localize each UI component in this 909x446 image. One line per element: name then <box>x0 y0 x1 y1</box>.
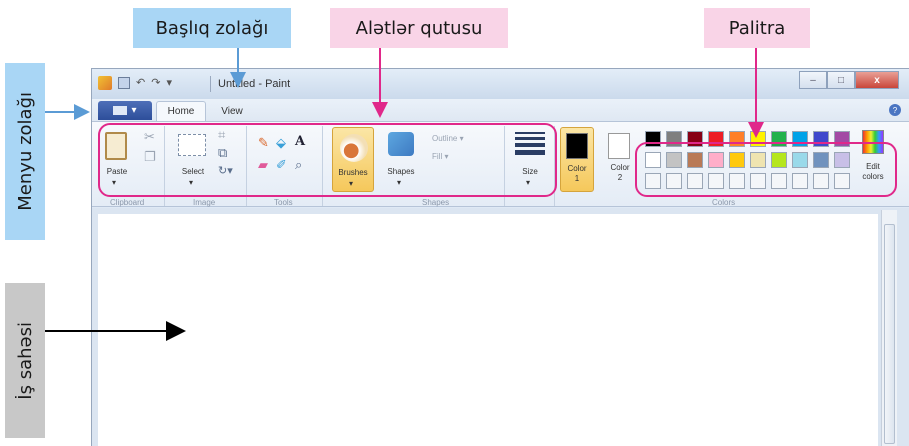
paint-menu-icon <box>113 106 128 115</box>
customize-qat-icon[interactable]: ▾ <box>166 76 172 90</box>
color2-label: Color <box>610 163 630 172</box>
color2-button[interactable]: Color 2 <box>604 131 638 191</box>
help-icon[interactable]: ? <box>889 104 901 116</box>
title-bar-callout: Başlıq zolağı <box>133 8 291 48</box>
close-button[interactable]: x <box>855 71 899 89</box>
toolbox-callout: Alətlər qutusu <box>330 8 508 48</box>
tab-view[interactable]: View <box>212 101 252 121</box>
quick-access-toolbar: ↶ ↷ ▾ <box>98 76 172 90</box>
palette-highlight <box>635 142 897 197</box>
menu-bar-callout: Menyu zolağı <box>5 63 45 240</box>
menu-bar: ▾ Home View ? <box>92 99 909 121</box>
paint-logo-icon[interactable] <box>98 76 112 90</box>
window-title: Untitled - Paint <box>218 78 291 90</box>
color1-button[interactable]: Color 1 <box>560 127 594 192</box>
toolbox-highlight <box>98 123 557 197</box>
palette-callout: Palitra <box>704 8 810 48</box>
group-label-shapes: Shapes <box>422 198 450 207</box>
maximize-button[interactable]: □ <box>827 71 855 89</box>
title-separator <box>210 76 211 92</box>
work-area-callout-text: İş sahəsi <box>14 321 36 400</box>
window-controls: – □ x <box>799 71 899 89</box>
color2-swatch <box>608 133 630 159</box>
color1-swatch <box>566 133 588 159</box>
color1-label: Color <box>567 164 587 173</box>
group-label-image: Image <box>193 198 216 207</box>
save-icon[interactable] <box>118 77 130 89</box>
work-area <box>92 208 909 446</box>
undo-icon[interactable]: ↶ <box>136 76 145 90</box>
title-bar: ↶ ↷ ▾ Untitled - Paint – □ x <box>92 69 909 99</box>
chevron-down-icon: ▾ <box>131 105 137 116</box>
work-area-callout: İş sahəsi <box>5 283 45 438</box>
vertical-scrollbar[interactable] <box>881 210 897 446</box>
redo-icon[interactable]: ↷ <box>151 76 160 90</box>
menu-bar-callout-text: Menyu zolağı <box>14 92 36 211</box>
group-label-clipboard: Clipboard <box>110 198 145 207</box>
scrollbar-thumb[interactable] <box>884 224 895 444</box>
paint-menu-button[interactable]: ▾ <box>98 101 152 120</box>
minimize-button[interactable]: – <box>799 71 827 89</box>
group-label-tools: Tools <box>274 198 293 207</box>
tab-home[interactable]: Home <box>156 101 206 121</box>
drawing-canvas[interactable] <box>98 214 878 446</box>
color1-number: 1 <box>574 174 580 183</box>
color2-number: 2 <box>617 173 623 182</box>
group-label-colors: Colors <box>712 198 736 207</box>
